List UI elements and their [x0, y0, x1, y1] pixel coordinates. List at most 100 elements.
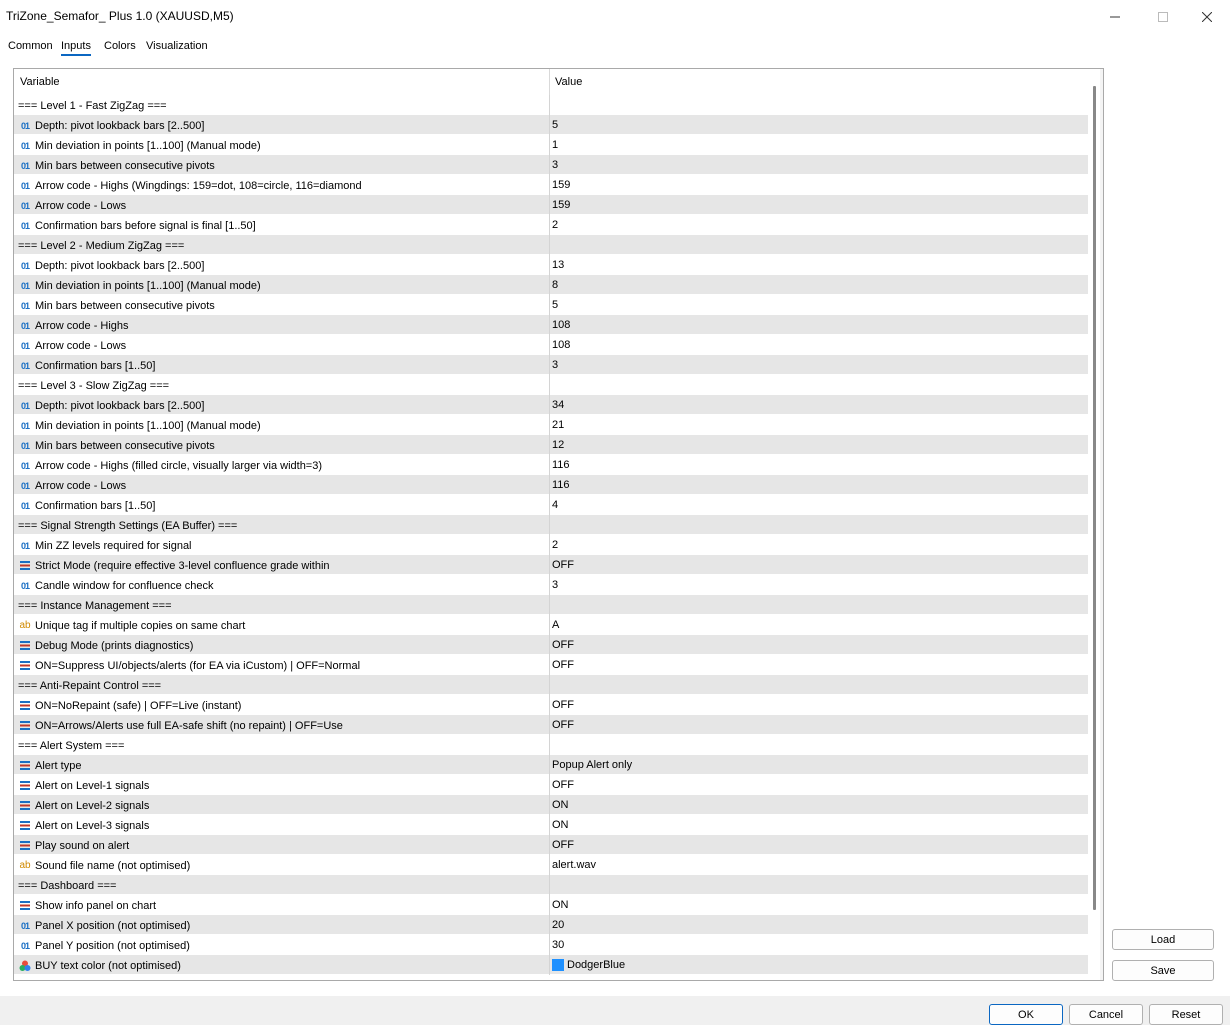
variable-label: === Anti-Repaint Control ===: [18, 680, 162, 692]
parameter-row[interactable]: 01 Min bars between consecutive pivots 3: [14, 155, 1088, 175]
value-cell[interactable]: 12: [552, 435, 564, 454]
parameter-row[interactable]: 01 Candle window for confluence check 3: [14, 575, 1088, 595]
parameter-row[interactable]: BUY text color (not optimised) DodgerBlue: [14, 955, 1088, 975]
value-cell[interactable]: OFF: [552, 695, 574, 714]
value-cell[interactable]: 116: [552, 455, 570, 474]
parameter-row[interactable]: 01 Arrow code - Lows 159: [14, 195, 1088, 215]
parameter-row[interactable]: Show info panel on chart ON: [14, 895, 1088, 915]
value-cell[interactable]: ON: [552, 895, 569, 914]
parameter-row[interactable]: ON=Suppress UI/objects/alerts (for EA vi…: [14, 655, 1088, 675]
parameter-row[interactable]: Strict Mode (require effective 3-level c…: [14, 555, 1088, 575]
value-cell[interactable]: A: [552, 615, 559, 634]
parameter-row[interactable]: ON=Arrows/Alerts use full EA-safe shift …: [14, 715, 1088, 735]
parameter-row[interactable]: Alert on Level-3 signals ON: [14, 815, 1088, 835]
value-cell[interactable]: 3: [552, 355, 558, 374]
parameter-row[interactable]: ON=NoRepaint (safe) | OFF=Live (instant)…: [14, 695, 1088, 715]
value-cell[interactable]: 2: [552, 215, 558, 234]
parameter-row[interactable]: 01 Min ZZ levels required for signal 2: [14, 535, 1088, 555]
value-cell[interactable]: 2: [552, 535, 558, 554]
value-cell[interactable]: 5: [552, 295, 558, 314]
value-cell[interactable]: 108: [552, 335, 570, 354]
parameter-row[interactable]: 01 Min deviation in points [1..100] (Manu…: [14, 275, 1088, 295]
value-cell[interactable]: OFF: [552, 635, 574, 654]
parameter-row[interactable]: 01 Depth: pivot lookback bars [2..500] 34: [14, 395, 1088, 415]
value-cell[interactable]: 34: [552, 395, 564, 414]
parameter-row[interactable]: ab Sound file name (not optimised) alert.w…: [14, 855, 1088, 875]
parameter-row[interactable]: 01 Arrow code - Lows 116: [14, 475, 1088, 495]
parameter-row[interactable]: Alert on Level-2 signals ON: [14, 795, 1088, 815]
tab-common[interactable]: Common: [8, 40, 53, 52]
parameter-row[interactable]: Play sound on alert OFF: [14, 835, 1088, 855]
value-cell[interactable]: 3: [552, 575, 558, 594]
minimize-button[interactable]: [1092, 0, 1138, 33]
tab-colors[interactable]: Colors: [104, 40, 136, 52]
value-cell[interactable]: 30: [552, 935, 564, 954]
variable-label: Depth: pivot lookback bars [2..500]: [35, 260, 205, 272]
cell-divider: [549, 775, 550, 795]
ok-button[interactable]: OK: [989, 1004, 1063, 1025]
save-button[interactable]: Save: [1112, 960, 1214, 981]
cell-divider: [549, 895, 550, 915]
load-button[interactable]: Load: [1112, 929, 1214, 950]
parameter-row[interactable]: 01 Panel Y position (not optimised) 30: [14, 935, 1088, 955]
parameter-row[interactable]: 01 Arrow code - Lows 108: [14, 335, 1088, 355]
cancel-button[interactable]: Cancel: [1069, 1004, 1143, 1025]
value-cell[interactable]: ON: [552, 795, 569, 814]
value-cell[interactable]: 3: [552, 155, 558, 174]
value-cell[interactable]: 159: [552, 175, 570, 194]
value-cell[interactable]: 8: [552, 275, 558, 294]
tab-visualization[interactable]: Visualization: [146, 40, 208, 52]
close-button[interactable]: [1184, 0, 1230, 33]
parameter-row[interactable]: 01 Confirmation bars before signal is fin…: [14, 215, 1088, 235]
value-cell[interactable]: 108: [552, 315, 570, 334]
parameter-row[interactable]: 01 Arrow code - Highs (Wingdings: 159=dot…: [14, 175, 1088, 195]
parameter-row[interactable]: 01 Confirmation bars [1..50] 4: [14, 495, 1088, 515]
variable-cell: ON=Arrows/Alerts use full EA-safe shift …: [18, 718, 343, 734]
parameter-row[interactable]: 01 Arrow code - Highs (filled circle, vis…: [14, 455, 1088, 475]
value-cell[interactable]: ON: [552, 815, 569, 834]
parameter-row[interactable]: 01 Depth: pivot lookback bars [2..500] 13: [14, 255, 1088, 275]
value-cell[interactable]: DodgerBlue: [552, 955, 625, 974]
group-header-row: === Anti-Repaint Control ===: [14, 675, 1088, 695]
parameter-row[interactable]: 01 Arrow code - Highs 108: [14, 315, 1088, 335]
value-cell[interactable]: 13: [552, 255, 564, 274]
column-divider[interactable]: [549, 69, 550, 95]
value-cell[interactable]: alert.wav: [552, 855, 596, 874]
scrollbar-thumb[interactable]: [1093, 86, 1096, 910]
parameter-row[interactable]: 01 Min deviation in points [1..100] (Manu…: [14, 135, 1088, 155]
value-cell[interactable]: OFF: [552, 775, 574, 794]
vertical-scrollbar[interactable]: [1100, 69, 1103, 980]
value-cell[interactable]: 116: [552, 475, 570, 494]
value-cell[interactable]: 21: [552, 415, 564, 434]
variable-label: === Signal Strength Settings (EA Buffer)…: [18, 520, 238, 532]
reset-button[interactable]: Reset: [1149, 1004, 1223, 1025]
parameter-row[interactable]: 01 Min deviation in points [1..100] (Manu…: [14, 415, 1088, 435]
value-cell[interactable]: 5: [552, 115, 558, 134]
value-cell[interactable]: 1: [552, 135, 558, 154]
value-cell[interactable]: Popup Alert only: [552, 755, 632, 774]
parameter-row[interactable]: 01 Panel X position (not optimised) 20: [14, 915, 1088, 935]
maximize-button[interactable]: [1140, 0, 1186, 33]
integer-type-icon: 01: [20, 921, 30, 931]
value-cell[interactable]: OFF: [552, 835, 574, 854]
value-cell[interactable]: 20: [552, 915, 564, 934]
header-value[interactable]: Value: [555, 76, 582, 88]
parameter-row[interactable]: Debug Mode (prints diagnostics) OFF: [14, 635, 1088, 655]
value-cell[interactable]: OFF: [552, 555, 574, 574]
tab-inputs[interactable]: Inputs: [61, 40, 91, 56]
parameter-row[interactable]: 01 Confirmation bars [1..50] 3: [14, 355, 1088, 375]
parameter-row[interactable]: 01 Min bars between consecutive pivots 5: [14, 295, 1088, 315]
cell-divider: [549, 235, 550, 255]
parameter-row[interactable]: Alert on Level-1 signals OFF: [14, 775, 1088, 795]
integer-type-icon: 01: [20, 461, 30, 471]
value-cell[interactable]: 4: [552, 495, 558, 514]
value-cell[interactable]: OFF: [552, 655, 574, 674]
header-variable[interactable]: Variable: [20, 76, 60, 88]
variable-cell: Alert on Level-3 signals: [18, 818, 149, 834]
value-cell[interactable]: 159: [552, 195, 570, 214]
parameter-row[interactable]: 01 Depth: pivot lookback bars [2..500] 5: [14, 115, 1088, 135]
parameter-row[interactable]: ab Unique tag if multiple copies on same …: [14, 615, 1088, 635]
value-cell[interactable]: OFF: [552, 715, 574, 734]
parameter-row[interactable]: Alert type Popup Alert only: [14, 755, 1088, 775]
parameter-row[interactable]: 01 Min bars between consecutive pivots 12: [14, 435, 1088, 455]
